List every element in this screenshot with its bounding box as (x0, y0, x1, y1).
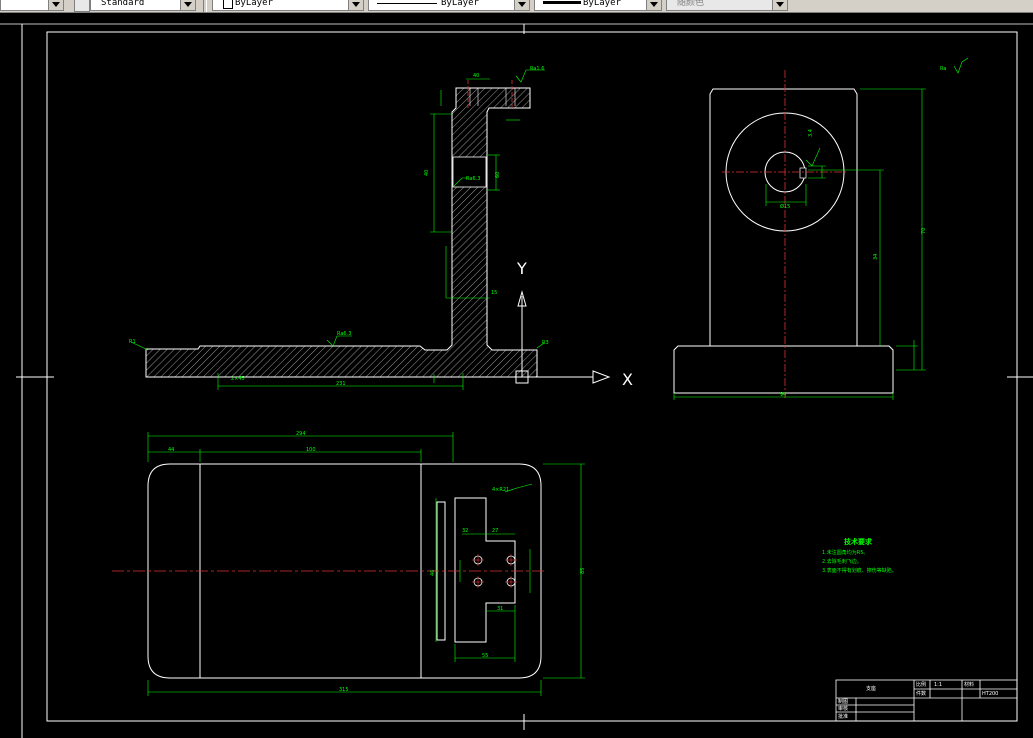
color-swatch-icon (223, 0, 233, 9)
chevron-down-icon[interactable] (180, 0, 195, 10)
style-dropdown-left[interactable] (0, 0, 64, 11)
side-view-outline[interactable] (709, 88, 858, 346)
drawing-canvas[interactable]: R1 R3 Ra6.3 Ra6.3 Ra1.6 40 40 60 231 2×4… (0, 12, 1033, 738)
chevron-down-icon[interactable] (772, 0, 787, 10)
linetype-preview (377, 3, 437, 4)
ucs-y-label: Y (516, 259, 527, 278)
lineweight-preview (543, 1, 581, 4)
chevron-down-icon[interactable] (348, 0, 363, 10)
qty-label: 件数 (916, 690, 926, 697)
linetype-dropdown[interactable]: ByLayer (368, 0, 530, 11)
text-style-icon[interactable] (74, 0, 90, 12)
dim-slot: 60 (495, 172, 501, 178)
dim-height-total: 70 (921, 228, 927, 234)
notes-title: 技术要求 (844, 537, 873, 546)
dim-left-offset: 44 (168, 447, 174, 453)
dim-hole-c: 31 (497, 606, 503, 612)
dim-center-height: 34 (873, 254, 879, 260)
dim-hole-d: 55 (482, 653, 488, 659)
layer-color-dropdown[interactable]: ByLayer (212, 0, 364, 11)
plot-style-dropdown[interactable]: 随颜色 (666, 0, 788, 11)
dim-hole-a: 32 (462, 528, 468, 534)
dim-base-width: 94 (780, 392, 786, 398)
dim-bore: Ø15 (780, 203, 790, 210)
toolbar-separator (203, 0, 207, 12)
dim-hole-b: 27 (492, 528, 498, 534)
chevron-down-icon[interactable] (48, 0, 63, 10)
scale-label: 比例 (916, 681, 926, 688)
label-r1: R1 (129, 339, 136, 345)
dim-top-width: 40 (473, 73, 479, 79)
notes-line-2: 2.去除毛刺飞边。 (822, 558, 862, 565)
top-view-upright[interactable] (454, 497, 516, 643)
notes-line-1: 1.未注圆角均为R5。 (822, 549, 868, 556)
roughness-ra63-mid: Ra6.3 (466, 176, 480, 182)
dim-corner: 4×R21 (492, 487, 509, 493)
dim-keyway: 3.4 (808, 129, 814, 137)
material-value: HT200 (982, 691, 998, 697)
roughness-general: Ra (940, 66, 946, 72)
lineweight-dropdown[interactable]: ByLayer (534, 0, 662, 11)
dim-mid: 15 (491, 290, 497, 296)
linetype-value: ByLayer (441, 0, 479, 8)
dim-center-span: 100 (306, 447, 316, 453)
title-block: 支座 比例 1:1 件数 材料 HT200 制图 审核 批准 (835, 679, 1018, 722)
dim-bottom-run: 231 (336, 381, 346, 387)
side-view-base[interactable] (673, 345, 894, 394)
dim-short: 2×45 (231, 376, 245, 382)
dim-height-right: 85 (580, 568, 586, 574)
checked-by-label: 审核 (838, 705, 848, 712)
label-r3: R3 (542, 340, 549, 346)
notes-line-3: 3.表面不得有划痕、擦伤等缺陷。 (822, 567, 897, 574)
drawn-by-label: 制图 (838, 698, 848, 705)
color-value: ByLayer (235, 0, 273, 8)
roughness-ra16-top: Ra1.6 (530, 66, 544, 72)
slot-cutout (452, 156, 487, 188)
dim-overall-bottom: 315 (339, 687, 349, 693)
ucs-x-label: X (622, 370, 633, 389)
chevron-down-icon[interactable] (514, 0, 529, 10)
material-label: 材料 (964, 681, 974, 688)
roughness-ra63-bottom: Ra6.3 (337, 331, 351, 337)
part-name: 支座 (866, 685, 876, 692)
text-style-dropdown[interactable]: Standard (90, 0, 196, 11)
side-view[interactable]: 70 34 94 Ø15 3.4 Ra (673, 57, 969, 400)
dim-overall-top: 294 (296, 431, 306, 437)
text-style-value: Standard (101, 0, 145, 8)
chevron-down-icon[interactable] (646, 0, 661, 10)
plot-style-value: 随颜色 (677, 0, 705, 8)
dim-left-height: 40 (424, 170, 430, 176)
front-view[interactable]: R1 R3 Ra6.3 Ra6.3 Ra1.6 40 40 60 231 2×4… (129, 66, 549, 390)
approved-by-label: 批准 (838, 713, 848, 720)
scale-value: 1:1 (934, 682, 942, 688)
lineweight-value: ByLayer (583, 0, 621, 8)
dim-height-mid: 46 (430, 570, 436, 576)
top-view-dimensions (147, 432, 585, 696)
technical-notes: 技术要求 1.未注圆角均为R5。 2.去除毛刺飞边。 3.表面不得有划痕、擦伤等… (822, 537, 897, 574)
top-view[interactable]: 294 44 100 315 85 46 4×R21 32 27 31 55 (112, 431, 586, 696)
